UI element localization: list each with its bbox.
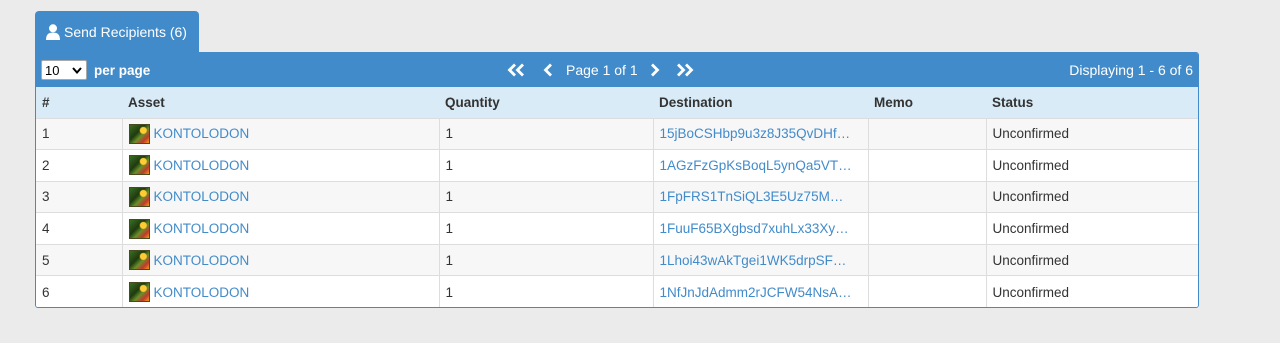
column-header-memo[interactable]: Memo (868, 87, 986, 118)
memo-cell (867, 180, 986, 213)
status-cell: Unconfirmed (985, 243, 1198, 276)
destination-link[interactable]: 1NfJnJdAdmm2rJCFW54NsA… (652, 275, 868, 307)
asset-cell: KONTOLODON (121, 275, 439, 307)
memo-cell (867, 117, 986, 150)
asset-thumbnail (128, 123, 150, 144)
column-header-number[interactable]: # (36, 87, 122, 118)
status-cell: Unconfirmed (985, 149, 1198, 182)
table-row[interactable]: 6 KONTOLODON 1 1NfJnJdAdmm2rJCFW54NsA… U… (36, 275, 1198, 307)
asset-link[interactable]: KONTOLODON (154, 158, 250, 173)
user-icon (46, 24, 60, 40)
asset-link[interactable]: KONTOLODON (154, 285, 250, 300)
quantity-cell: 1 (438, 243, 653, 276)
row-number: 4 (36, 212, 122, 245)
memo-cell (867, 275, 986, 307)
destination-link[interactable]: 1Lhoi43wAkTgei1WK5drpSF… (652, 243, 868, 276)
table-row[interactable]: 5 KONTOLODON 1 1Lhoi43wAkTgei1WK5drpSF… … (36, 243, 1198, 276)
destination-link[interactable]: 1AGzFzGpKsBoqL5ynQa5VT… (652, 149, 868, 182)
row-number: 6 (36, 275, 122, 307)
recipients-panel: 10 per page Page 1 of 1 Displaying 1 - 6… (35, 52, 1199, 308)
memo-cell (867, 243, 986, 276)
column-header-destination[interactable]: Destination (653, 87, 868, 118)
quantity-cell: 1 (438, 275, 653, 307)
per-page-label: per page (94, 62, 151, 78)
row-number: 1 (36, 117, 122, 150)
status-cell: Unconfirmed (985, 117, 1198, 150)
memo-cell (867, 149, 986, 182)
table-row[interactable]: 3 KONTOLODON 1 1FpFRS1TnSiQL3E5Uz75M… Un… (36, 180, 1198, 213)
column-header-status[interactable]: Status (986, 87, 1198, 118)
table-row[interactable]: 2 KONTOLODON 1 1AGzFzGpKsBoqL5ynQa5VT… U… (36, 149, 1198, 182)
asset-link[interactable]: KONTOLODON (154, 189, 250, 204)
page-info: Page 1 of 1 (566, 62, 638, 78)
asset-cell: KONTOLODON (121, 149, 439, 182)
table-header-row: # Asset Quantity Destination Memo Status (36, 87, 1198, 118)
row-number: 2 (36, 149, 122, 182)
per-page-select[interactable]: 10 (41, 60, 87, 80)
status-cell: Unconfirmed (985, 275, 1198, 307)
destination-link[interactable]: 1FpFRS1TnSiQL3E5Uz75M… (652, 180, 868, 213)
pagination: Page 1 of 1 (506, 53, 695, 87)
asset-thumbnail (128, 218, 150, 239)
grid-toolbar: 10 per page Page 1 of 1 Displaying 1 - 6… (36, 53, 1198, 87)
quantity-cell: 1 (438, 180, 653, 213)
row-number: 3 (36, 180, 122, 213)
row-number: 5 (36, 243, 122, 276)
first-page-button[interactable] (506, 63, 526, 77)
destination-link[interactable]: 1FuuF65BXgbsd7xuhLx33Xy… (652, 212, 868, 245)
chevron-left-icon (543, 63, 552, 77)
double-chevron-left-icon (507, 63, 524, 77)
per-page-value: 10 (45, 62, 60, 78)
asset-cell: KONTOLODON (121, 212, 439, 245)
asset-thumbnail (128, 282, 150, 303)
recipients-table: # Asset Quantity Destination Memo Status… (36, 87, 1198, 307)
quantity-cell: 1 (438, 212, 653, 245)
status-cell: Unconfirmed (985, 180, 1198, 213)
last-page-button[interactable] (675, 63, 695, 77)
next-page-button[interactable] (650, 63, 660, 77)
per-page-control: 10 per page (41, 60, 150, 80)
double-chevron-right-icon (676, 63, 694, 77)
asset-cell: KONTOLODON (121, 117, 439, 150)
column-header-quantity[interactable]: Quantity (439, 87, 653, 118)
status-cell: Unconfirmed (985, 212, 1198, 245)
table-row[interactable]: 1 KONTOLODON 1 15jBoCSHbp9u3z8J35QvDHf… … (36, 117, 1198, 150)
chevron-right-icon (650, 63, 660, 77)
column-header-asset[interactable]: Asset (122, 87, 439, 118)
memo-cell (867, 212, 986, 245)
chevron-down-icon (72, 66, 82, 74)
table-row[interactable]: 4 KONTOLODON 1 1FuuF65BXgbsd7xuhLx33Xy… … (36, 212, 1198, 245)
asset-cell: KONTOLODON (121, 243, 439, 276)
quantity-cell: 1 (438, 117, 653, 150)
asset-thumbnail (128, 155, 150, 176)
asset-link[interactable]: KONTOLODON (154, 126, 250, 141)
asset-link[interactable]: KONTOLODON (154, 221, 250, 236)
asset-thumbnail (128, 250, 150, 271)
tab-label: Send Recipients (6) (64, 24, 187, 40)
asset-link[interactable]: KONTOLODON (154, 253, 250, 268)
displaying-count: Displaying 1 - 6 of 6 (1069, 62, 1193, 78)
tab-send-recipients[interactable]: Send Recipients (6) (35, 11, 199, 53)
prev-page-button[interactable] (543, 63, 553, 77)
destination-link[interactable]: 15jBoCSHbp9u3z8J35QvDHf… (652, 117, 868, 150)
asset-thumbnail (128, 186, 150, 207)
asset-cell: KONTOLODON (121, 180, 439, 213)
quantity-cell: 1 (438, 149, 653, 182)
